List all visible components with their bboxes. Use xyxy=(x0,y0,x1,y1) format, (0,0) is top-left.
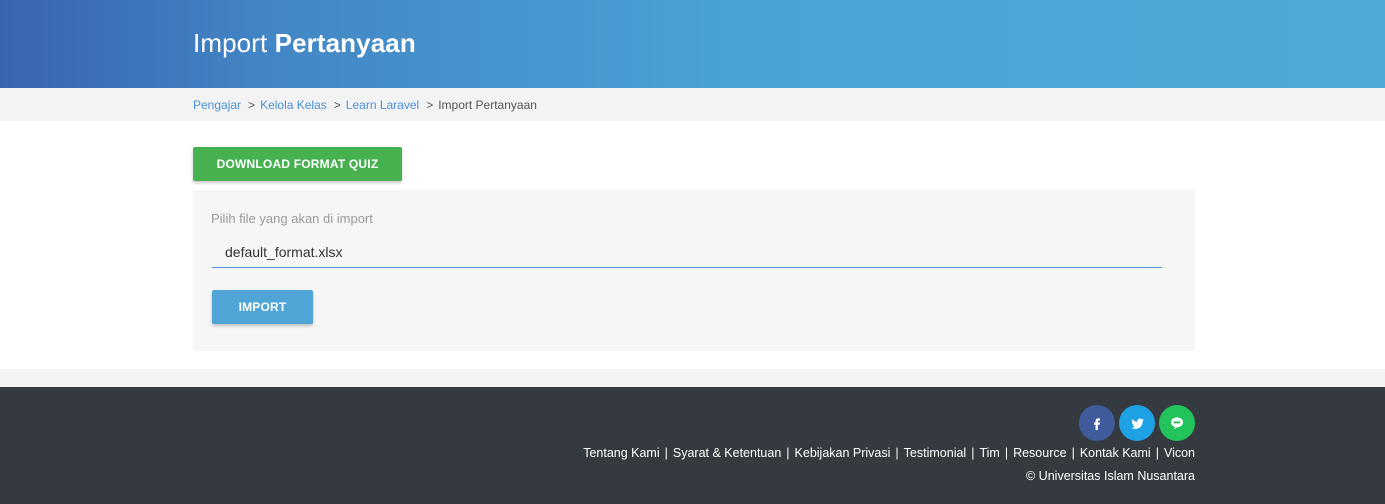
page-title-bold: Pertanyaan xyxy=(274,28,416,58)
file-field-label: Pilih file yang akan di import xyxy=(211,211,373,226)
footer-link-separator: | xyxy=(895,446,899,460)
footer-link-separator: | xyxy=(664,446,668,460)
footer-link-kebijakan-privasi[interactable]: Kebijakan Privasi xyxy=(795,446,891,460)
line-icon xyxy=(1169,415,1185,431)
copyright-text: © Universitas Islam Nusantara xyxy=(1026,469,1195,483)
footer-link-separator: | xyxy=(1155,446,1159,460)
facebook-button[interactable] xyxy=(1079,405,1115,441)
page: Import Pertanyaan Pengajar > Kelola Kelas >… xyxy=(0,0,1385,504)
footer-link-resource[interactable]: Resource xyxy=(1013,446,1067,460)
breadcrumb-link-learn-laravel[interactable]: Learn Laravel xyxy=(346,98,419,112)
download-format-quiz-button[interactable]: DOWNLOAD FORMAT QUIZ xyxy=(193,147,402,181)
footer-link-syarat-ketentuan[interactable]: Syarat & Ketentuan xyxy=(673,446,781,460)
footer-link-tentang-kami[interactable]: Tentang Kami xyxy=(583,446,659,460)
line-button[interactable] xyxy=(1159,405,1195,441)
page-title-light: Import xyxy=(193,28,268,58)
breadcrumb: Pengajar > Kelola Kelas > Learn Laravel > Impo… xyxy=(193,98,537,112)
footer-link-kontak-kami[interactable]: Kontak Kami xyxy=(1080,446,1151,460)
import-form-card: Pilih file yang akan di import IMPORT xyxy=(193,190,1195,351)
file-input[interactable] xyxy=(212,236,1162,268)
footer-link-tim[interactable]: Tim xyxy=(979,446,999,460)
twitter-button[interactable] xyxy=(1119,405,1155,441)
footer-links: Tentang Kami | Syarat & Ketentuan | Kebijaka… xyxy=(583,446,1195,460)
breadcrumb-bar: Pengajar > Kelola Kelas > Learn Laravel > Impo… xyxy=(0,88,1385,121)
facebook-icon xyxy=(1090,416,1104,430)
footer-link-separator: | xyxy=(971,446,975,460)
breadcrumb-link-pengajar[interactable]: Pengajar xyxy=(193,98,241,112)
import-button[interactable]: IMPORT xyxy=(212,290,313,324)
breadcrumb-separator: > xyxy=(333,98,341,112)
page-footer: Tentang Kami | Syarat & Ketentuan | Kebijaka… xyxy=(0,387,1385,504)
breadcrumb-separator: > xyxy=(248,98,256,112)
footer-link-testimonial[interactable]: Testimonial xyxy=(904,446,967,460)
page-title: Import Pertanyaan xyxy=(193,28,416,59)
footer-link-separator: | xyxy=(786,446,790,460)
social-links xyxy=(1079,405,1195,441)
breadcrumb-link-kelola-kelas[interactable]: Kelola Kelas xyxy=(260,98,327,112)
footer-link-vicon[interactable]: Vicon xyxy=(1164,446,1195,460)
main-content: DOWNLOAD FORMAT QUIZ Pilih file yang aka… xyxy=(0,121,1385,369)
footer-link-separator: | xyxy=(1071,446,1075,460)
page-header: Import Pertanyaan xyxy=(0,0,1385,88)
twitter-icon xyxy=(1130,416,1145,431)
footer-link-separator: | xyxy=(1004,446,1009,460)
breadcrumb-current: Import Pertanyaan xyxy=(438,98,537,112)
breadcrumb-separator: > xyxy=(426,98,434,112)
